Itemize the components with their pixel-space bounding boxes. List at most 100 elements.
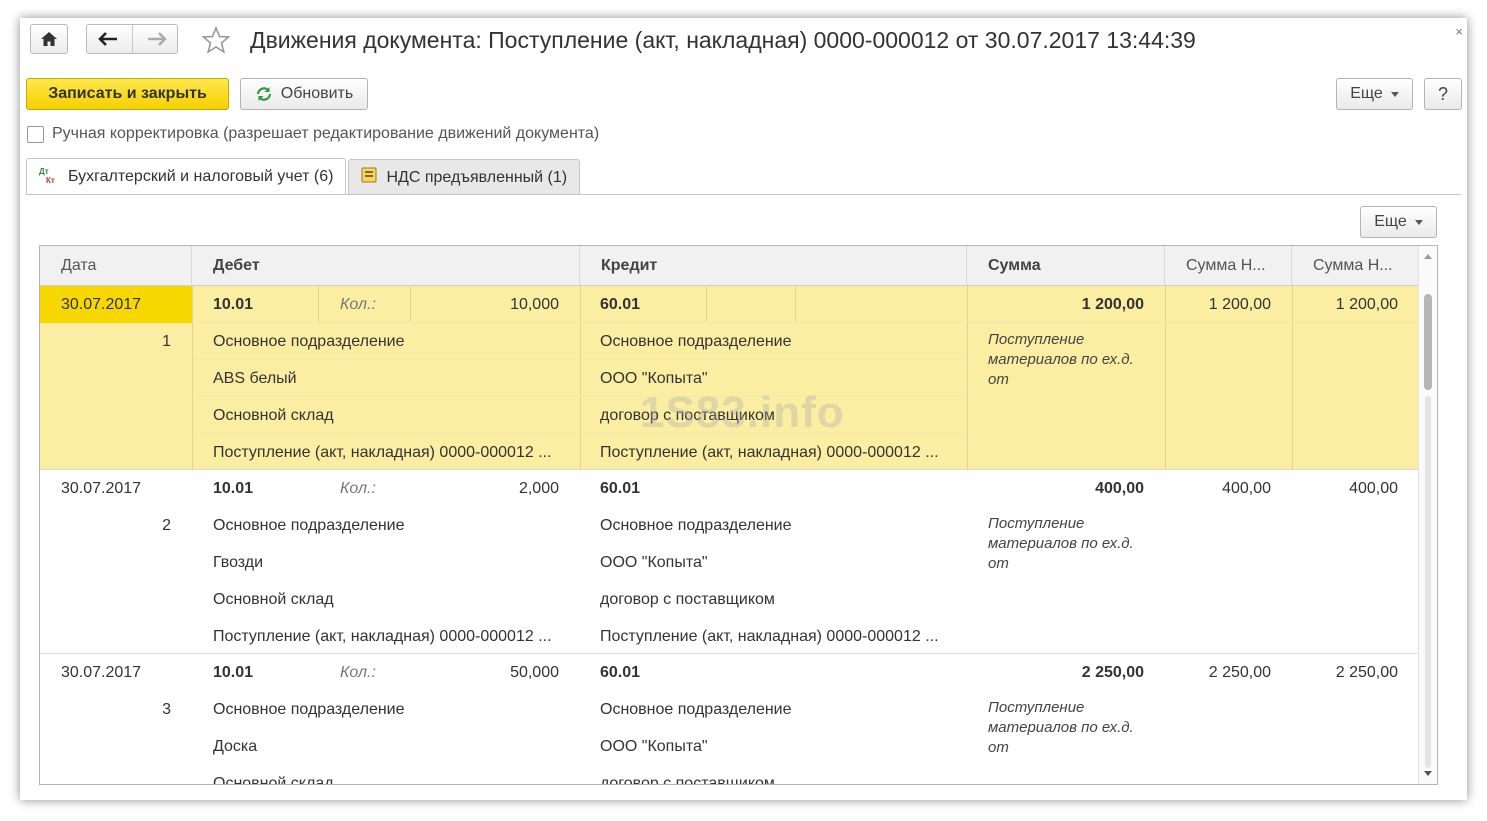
scrollbar-track — [1425, 396, 1431, 768]
cell-credit-subconto: договор с поставщиком — [600, 591, 775, 608]
cell-debit-subconto: Основное подразделение — [213, 333, 405, 350]
tab-vat[interactable]: НДС предъявленный (1) — [348, 159, 581, 195]
home-button[interactable] — [30, 24, 68, 54]
tab-divider — [26, 194, 1461, 195]
scrollbar-thumb[interactable] — [1424, 294, 1432, 390]
column-header-sum[interactable]: Сумма — [967, 246, 1165, 285]
tab-vat-label: НДС предъявленный (1) — [386, 168, 568, 186]
cell-credit-account: 60.01 — [600, 664, 641, 681]
cell-qty: 50,000 — [510, 664, 559, 681]
cell-content: Поступление материалов по ех.д. от — [988, 515, 1134, 572]
back-button[interactable] — [88, 32, 128, 46]
cell-debit-subconto: Основное подразделение — [213, 701, 405, 718]
cell-date: 30.07.2017 — [61, 480, 142, 497]
cell-content: Поступление материалов по ех.д. от — [988, 699, 1134, 756]
refresh-button[interactable]: Обновить — [240, 78, 368, 110]
tab-accounting-label: Бухгалтерский и налоговый учет (6) — [68, 168, 334, 185]
cell-qty: 2,000 — [518, 480, 559, 497]
cell-debit-subconto: Основной склад — [213, 775, 334, 785]
manual-edit-label: Ручная корректировка (разрешает редактир… — [52, 125, 600, 142]
scroll-down-icon[interactable] — [1424, 771, 1432, 776]
cell-sum-n2: 2 250,00 — [1335, 664, 1398, 681]
cell-debit-subconto: Доска — [213, 738, 258, 755]
cell-credit-subconto: ООО "Копыта" — [600, 738, 708, 755]
tab-accounting[interactable]: Дт Кт Бухгалтерский и налоговый учет (6) — [26, 158, 347, 195]
refresh-label: Обновить — [280, 85, 354, 102]
cell-debit-account: 10.01 — [213, 664, 254, 681]
cell-sum-n2: 1 200,00 — [1335, 296, 1398, 313]
favorite-star-icon[interactable] — [201, 25, 231, 59]
dt-kt-icon: Дт Кт — [39, 166, 59, 189]
column-divider — [318, 286, 319, 322]
cell-debit-subconto: Поступление (акт, накладная) 0000-000012… — [213, 628, 552, 645]
close-icon[interactable]: × — [1455, 24, 1463, 39]
cell-qty-label: Кол.: — [340, 480, 376, 497]
save-and-close-button[interactable]: Записать и закрыть — [26, 78, 229, 110]
column-divider — [580, 286, 581, 470]
more-button[interactable]: Еще — [1336, 78, 1413, 110]
cell-sum: 2 250,00 — [1081, 664, 1144, 681]
scroll-up-icon[interactable] — [1424, 254, 1432, 259]
cell-line-number: 2 — [162, 517, 171, 534]
cell-sum: 1 200,00 — [1081, 296, 1144, 313]
cell-debit-subconto: Основной склад — [213, 407, 334, 424]
arrow-left-icon — [97, 32, 117, 46]
cell-debit-subconto: Основной склад — [213, 591, 334, 608]
nav-separator — [131, 25, 133, 53]
table-row[interactable]: 30.07.2017 2 10.01 Кол.: 2,000 Основное … — [40, 470, 1419, 654]
cell-line-number: 1 — [162, 333, 171, 350]
cell-credit-account: 60.01 — [600, 480, 641, 497]
cell-credit-subconto: Основное подразделение — [600, 333, 792, 350]
svg-text:Дт: Дт — [39, 167, 49, 176]
manual-edit-checkbox[interactable] — [27, 125, 44, 143]
cell-date: 30.07.2017 — [61, 664, 142, 681]
chevron-down-icon — [1390, 91, 1399, 97]
cell-date: 30.07.2017 — [40, 286, 192, 323]
cell-qty: 10,000 — [510, 296, 559, 313]
home-icon — [40, 31, 58, 47]
cell-credit-subconto: Поступление (акт, накладная) 0000-000012… — [600, 628, 939, 645]
vertical-scrollbar[interactable] — [1418, 246, 1437, 784]
cell-credit-subconto: ООО "Копыта" — [600, 554, 708, 571]
window-title: Движения документа: Поступление (акт, на… — [250, 27, 1196, 53]
cell-qty-label: Кол.: — [340, 664, 376, 681]
svg-text:Кт: Кт — [46, 176, 55, 184]
history-nav — [86, 24, 178, 54]
more-label: Еще — [1350, 85, 1383, 102]
document-movements-window: Движения документа: Поступление (акт, на… — [20, 18, 1467, 800]
title-bar: Движения документа: Поступление (акт, на… — [20, 18, 1467, 68]
cell-sum-n1: 400,00 — [1222, 480, 1271, 497]
register-tabs: Дт Кт Бухгалтерский и налоговый учет (6) … — [26, 158, 582, 195]
column-header-credit[interactable]: Кредит — [580, 246, 967, 285]
table-row[interactable]: 30.07.2017 3 10.01 Кол.: 50,000 Основное… — [40, 654, 1419, 785]
cell-sum: 400,00 — [1095, 480, 1144, 497]
table-more-button[interactable]: Еще — [1360, 206, 1437, 238]
cell-qty-label: Кол.: — [340, 296, 376, 313]
cell-credit-subconto: договор с поставщиком — [600, 775, 775, 785]
column-divider — [192, 286, 193, 470]
column-header-sum-n2[interactable]: Сумма Н... — [1292, 246, 1419, 285]
help-button[interactable]: ? — [1424, 78, 1462, 110]
column-divider — [410, 286, 411, 322]
cell-debit-account: 10.01 — [213, 480, 254, 497]
manual-edit-row: Ручная корректировка (разрешает редактир… — [27, 125, 599, 143]
cell-debit-subconto: Основное подразделение — [213, 517, 405, 534]
table-body: 30.07.2017 1 10.01 Кол.: 10,000 Основное… — [40, 286, 1419, 785]
register-icon — [361, 167, 377, 188]
column-divider — [706, 286, 707, 322]
column-header-debit[interactable]: Дебет — [192, 246, 580, 285]
cell-sum-n1: 2 250,00 — [1208, 664, 1271, 681]
table-more-label: Еще — [1374, 213, 1407, 230]
refresh-icon — [256, 87, 271, 101]
cell-sum-n1: 1 200,00 — [1208, 296, 1271, 313]
arrow-right-icon — [147, 32, 167, 46]
column-header-sum-n1[interactable]: Сумма Н... — [1165, 246, 1292, 285]
table-row[interactable]: 30.07.2017 1 10.01 Кол.: 10,000 Основное… — [40, 286, 1419, 470]
cell-debit-subconto: Поступление (акт, накладная) 0000-000012… — [213, 444, 552, 461]
column-header-date[interactable]: Дата — [40, 246, 192, 285]
forward-button[interactable] — [137, 32, 177, 46]
cell-line-number: 3 — [162, 701, 171, 718]
table-header: Дата Дебет Кредит Сумма Сумма Н... Сумма… — [40, 246, 1419, 286]
watermark: 1S83.info — [640, 388, 845, 437]
cell-debit-account: 10.01 — [213, 296, 254, 313]
